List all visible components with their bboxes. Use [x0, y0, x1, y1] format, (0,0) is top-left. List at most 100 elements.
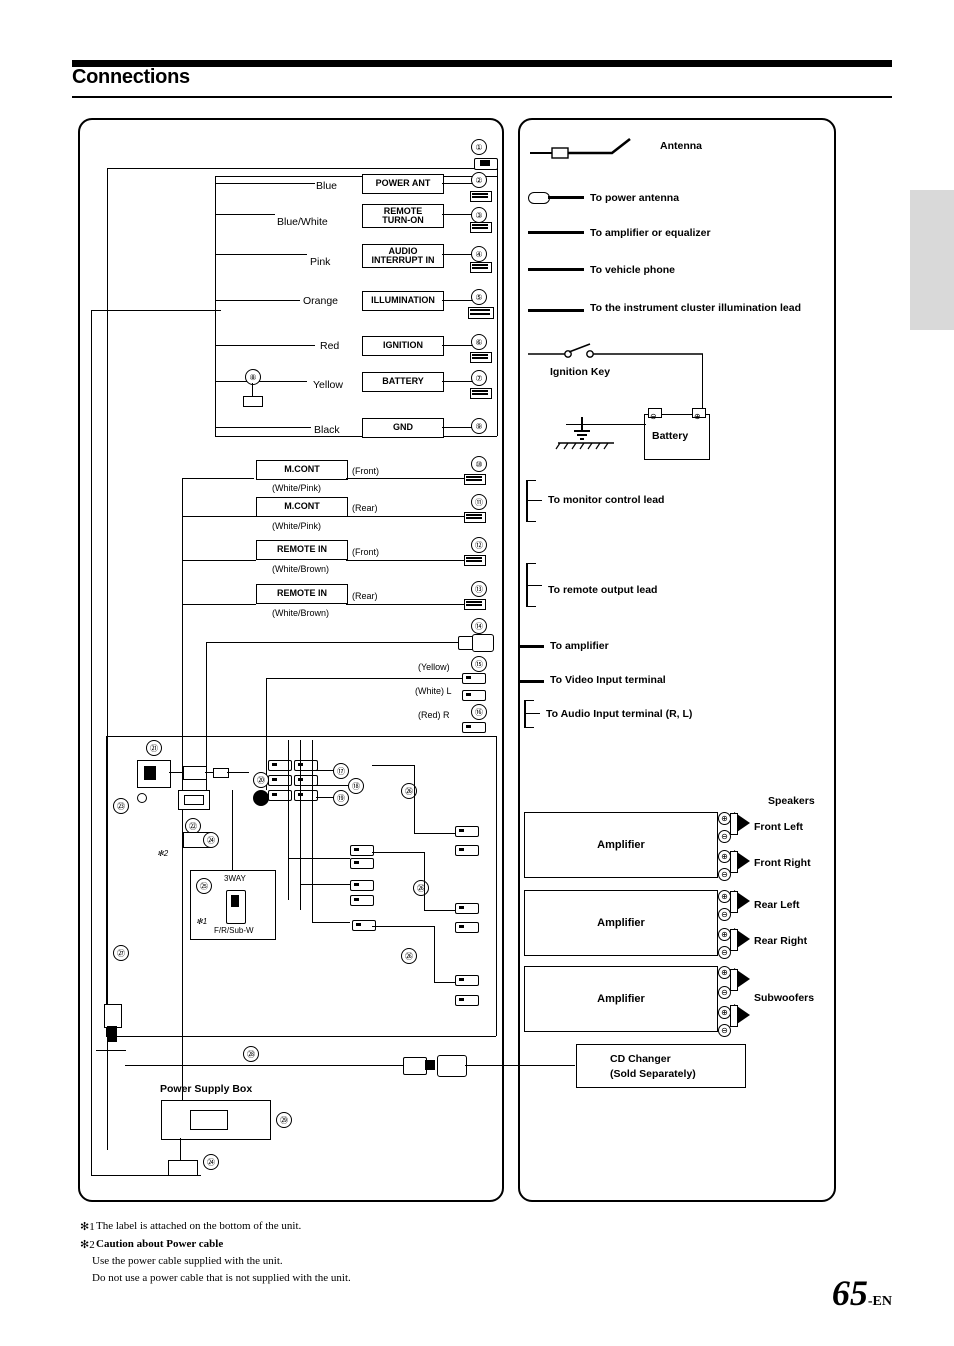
amp-line-14: [206, 642, 460, 644]
wire-label-black: Black: [314, 424, 340, 436]
dashed-branch-3: [312, 922, 350, 923]
video-line: [266, 678, 462, 680]
amplifier-1: Amplifier: [524, 812, 718, 878]
route-2b: [424, 910, 456, 912]
wire-line-2a: [215, 183, 315, 185]
ignition-switch-icon: [528, 343, 703, 358]
to-instrument-cluster-label: To the instrument cluster illumination l…: [590, 302, 801, 314]
connector-21a: [183, 766, 207, 780]
cd-changer-line-1: CD Changer: [610, 1053, 671, 1065]
connections-page: Connections ① Blue POWER ANT ② Blue/Whit…: [0, 0, 954, 1346]
cd-changer-box: [576, 1044, 746, 1088]
cont-box-remote-in-front: REMOTE IN: [256, 540, 348, 560]
connector-12-pin-b: [466, 560, 482, 562]
connector-6-pin-a: [472, 354, 488, 356]
remote-pos-rear: (Rear): [352, 591, 378, 601]
bracket-remote-top: [526, 563, 536, 565]
power-supply-box-label: Power Supply Box: [160, 1083, 253, 1095]
page-number: 65-EN: [832, 1272, 892, 1314]
callout-1: ①: [471, 139, 487, 155]
dashed-branch-1: [288, 858, 350, 859]
unit-top-edge: [106, 736, 496, 738]
callout-7: ⑦: [471, 370, 487, 386]
rca-out-6: [455, 995, 479, 1006]
wire-line-7a: [215, 381, 307, 383]
rca-26a-2: [350, 858, 374, 869]
bracket-remote-bottom: [526, 606, 536, 608]
cont-branch-11: [182, 516, 256, 518]
page-number-value: 65: [831, 1273, 868, 1313]
audio-l-label: (White) L: [415, 686, 452, 696]
switch-label-3way: 3WAY: [224, 874, 246, 883]
callout-26-c: ㉖: [401, 948, 417, 964]
callout-9: ⑨: [471, 418, 487, 434]
rca-audio-l: [462, 690, 486, 701]
route-3b: [434, 982, 456, 984]
speaker-label-subwoofers: Subwoofers: [754, 992, 815, 1004]
route-2v: [424, 852, 426, 910]
power-supply-port: [190, 1110, 228, 1130]
fuse-stub-line: [252, 383, 254, 397]
callout-21: ㉑: [146, 740, 162, 756]
switch-label-frsubw: F/R/Sub-W: [214, 926, 254, 935]
right-diagram-panel: [518, 118, 836, 1202]
speaker-label-front-left: Front Left: [754, 821, 803, 833]
wire-line-5b: [442, 300, 472, 302]
connector-5-pin-b: [470, 313, 490, 315]
cont-branch-13: [182, 604, 256, 606]
trunk-branch-0: [91, 310, 221, 312]
rca-video: [462, 673, 486, 684]
to-amplifier-label: To amplifier: [550, 640, 609, 652]
unit-left-edge: [106, 736, 108, 1036]
footnote-2-line-1: Use the power cable supplied with the un…: [92, 1255, 283, 1267]
asterisk-2-mark: ✻2: [157, 849, 169, 858]
rca-26a-1: [350, 845, 374, 856]
amp-eq-line: [528, 231, 584, 234]
connector-2-pin-b: [472, 196, 488, 198]
wire-line-2b: [442, 183, 472, 185]
bracket-remote-mid: [526, 585, 542, 587]
amplifier-3: Amplifier: [524, 966, 718, 1032]
remote-pos-front: (Front): [352, 547, 379, 557]
wire-line-5a: [215, 300, 300, 302]
wire-box-audio-interrupt-in: AUDIO INTERRUPT IN: [362, 244, 444, 268]
unit-bottom-edge: [106, 1036, 496, 1038]
route-3: [372, 926, 434, 928]
to-amplifier-line: [520, 645, 544, 648]
amplifier-2: Amplifier: [524, 890, 718, 956]
callout-24-b: ㉔: [203, 1154, 219, 1170]
wire-line-7b: [442, 381, 472, 383]
connector-3-pin-b: [472, 227, 488, 229]
wire-box-illumination: ILLUMINATION: [362, 291, 444, 311]
asterisk-1-mark: ✻1: [196, 917, 208, 926]
wire-box-battery: BATTERY: [362, 372, 444, 392]
speaker-label-rear-left: Rear Left: [754, 899, 800, 911]
cont-line-11: [346, 516, 472, 518]
wire-box-gnd: GND: [362, 418, 444, 438]
illumination-line: [528, 309, 584, 312]
wire-label-red: Red: [320, 340, 340, 352]
cont-branch-12: [182, 560, 256, 562]
connector-12-pin-a: [466, 557, 482, 559]
speaker-subwoofer-body: [730, 969, 738, 991]
wire-line-6b: [442, 345, 472, 347]
to-video-line: [520, 680, 544, 683]
wire-box-remote-turn-on: REMOTE TURN-ON: [362, 204, 444, 228]
cd-changer-line-2: (Sold Separately): [610, 1068, 696, 1080]
cont-pos-rear: (Rear): [352, 503, 378, 513]
rca-26b-1: [350, 880, 374, 891]
route-2: [372, 852, 424, 854]
connector-11-pin-b: [466, 517, 482, 519]
speakers-title: Speakers: [768, 795, 815, 807]
connector-6-pin-b: [472, 357, 488, 359]
bundle-top-edge: [215, 176, 497, 178]
callout-12: ⑫: [471, 537, 487, 553]
audio-r-label: (Red) R: [418, 710, 450, 720]
section-side-tab: [910, 190, 954, 330]
dot-cluster: [253, 790, 269, 806]
page-number-suffix: -EN: [867, 1294, 892, 1309]
rca-out-2: [455, 845, 479, 856]
bracket-monitor-mid: [526, 500, 542, 502]
dashed-switch-line: [232, 790, 233, 870]
bracket-monitor-top: [526, 480, 536, 482]
